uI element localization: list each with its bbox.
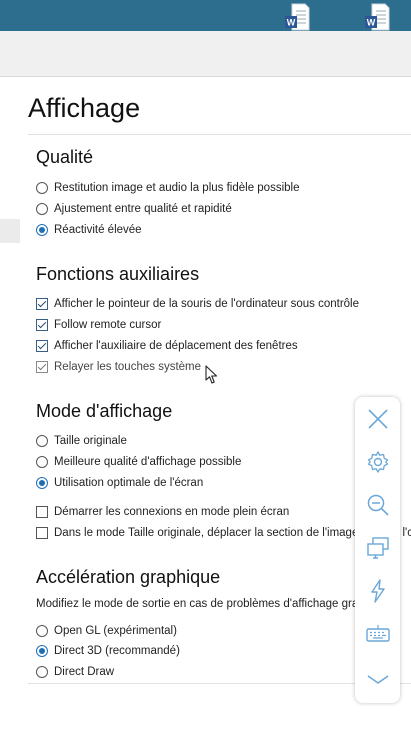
radio-direct3d[interactable]: Direct 3D (recommandé) bbox=[36, 644, 180, 658]
word-document-icon[interactable]: W bbox=[284, 3, 310, 31]
keyboard-button[interactable] bbox=[362, 618, 394, 650]
radio-best-quality[interactable]: Meilleure qualité d'affichage possible bbox=[36, 455, 241, 469]
radio-button[interactable] bbox=[36, 666, 48, 678]
radio-quality-balance[interactable]: Ajustement entre qualité et rapidité bbox=[36, 202, 232, 216]
checkbox[interactable] bbox=[36, 527, 48, 539]
option-label: Réactivité élevée bbox=[54, 224, 142, 236]
option-label: Démarrer les connexions en mode plein éc… bbox=[54, 506, 290, 518]
keyboard-icon bbox=[366, 625, 390, 642]
radio-button-selected[interactable] bbox=[36, 645, 48, 657]
checkbox-fullscreen-start[interactable]: Démarrer les connexions en mode plein éc… bbox=[36, 505, 289, 519]
option-label: Direct Draw bbox=[54, 666, 115, 678]
checkbox-show-pointer[interactable]: Afficher le pointeur de la souris de l'o… bbox=[36, 297, 359, 311]
radio-original-size[interactable]: Taille originale bbox=[36, 434, 127, 448]
option-label: Taille originale bbox=[54, 435, 127, 447]
radio-directdraw[interactable]: Direct Draw bbox=[36, 665, 114, 679]
checkbox-follow-cursor[interactable]: Follow remote cursor bbox=[36, 318, 161, 332]
sidebar-stub bbox=[0, 219, 20, 243]
floating-toolbar bbox=[355, 397, 400, 703]
gear-icon bbox=[367, 451, 389, 473]
doc-icon-letter: W bbox=[367, 18, 376, 28]
lightning-icon bbox=[371, 579, 385, 603]
radio-quality-reactivity[interactable]: Réactivité élevée bbox=[36, 223, 142, 237]
section-title-quality: Qualité bbox=[36, 147, 94, 167]
radio-button[interactable] bbox=[36, 435, 48, 447]
close-button[interactable] bbox=[362, 403, 394, 435]
option-label: Afficher le pointeur de la souris de l'o… bbox=[54, 298, 359, 310]
checkbox[interactable] bbox=[36, 361, 48, 373]
radio-button[interactable] bbox=[36, 456, 48, 468]
zoom-out-icon bbox=[367, 494, 389, 516]
radio-button[interactable] bbox=[36, 182, 48, 194]
zoom-out-button[interactable] bbox=[362, 489, 394, 521]
settings-button[interactable] bbox=[362, 446, 394, 478]
radio-button-selected[interactable] bbox=[36, 477, 48, 489]
monitors-button[interactable] bbox=[362, 532, 394, 564]
monitors-icon bbox=[367, 537, 389, 559]
radio-opengl[interactable]: Open GL (expérimental) bbox=[36, 624, 177, 638]
page-title: Affichage bbox=[28, 93, 141, 123]
radio-optimal-screen[interactable]: Utilisation optimale de l'écran bbox=[36, 476, 203, 490]
doc-icon-letter: W bbox=[287, 18, 296, 28]
option-label: Direct 3D (recommandé) bbox=[54, 645, 180, 657]
checkbox[interactable] bbox=[36, 506, 48, 518]
radio-button-selected[interactable] bbox=[36, 224, 48, 236]
chevron-down-icon bbox=[367, 675, 389, 684]
option-label: Open GL (expérimental) bbox=[54, 625, 177, 637]
section-title-aux: Fonctions auxiliaires bbox=[36, 264, 200, 284]
radio-button[interactable] bbox=[36, 625, 48, 637]
section-title-display-mode: Mode d'affichage bbox=[36, 401, 173, 421]
checkbox-system-keys[interactable]: Relayer les touches système bbox=[36, 360, 201, 374]
radio-quality-fidelity[interactable]: Restitution image et audio la plus fidèl… bbox=[36, 181, 299, 195]
option-label: Afficher l'auxiliaire de déplacement des… bbox=[54, 340, 298, 352]
divider bbox=[28, 134, 411, 135]
radio-button[interactable] bbox=[36, 203, 48, 215]
option-label: Ajustement entre qualité et rapidité bbox=[54, 203, 232, 215]
option-label: Follow remote cursor bbox=[54, 319, 162, 331]
checkbox-window-helper[interactable]: Afficher l'auxiliaire de déplacement des… bbox=[36, 339, 298, 353]
option-label: Restitution image et audio la plus fidèl… bbox=[54, 182, 300, 194]
word-document-icon[interactable]: W bbox=[364, 3, 390, 31]
option-label: Relayer les touches système bbox=[54, 361, 202, 373]
section-title-graphics: Accélération graphique bbox=[36, 567, 221, 587]
collapse-toolbar-button[interactable] bbox=[362, 663, 394, 695]
checkbox[interactable] bbox=[36, 319, 48, 331]
option-label: Meilleure qualité d'affichage possible bbox=[54, 456, 242, 468]
checkbox[interactable] bbox=[36, 340, 48, 352]
divider bbox=[28, 683, 411, 684]
title-bar: W W bbox=[0, 0, 411, 31]
actions-button[interactable] bbox=[362, 575, 394, 607]
option-label: Utilisation optimale de l'écran bbox=[54, 477, 204, 489]
checkbox[interactable] bbox=[36, 298, 48, 310]
mouse-pointer-icon bbox=[205, 365, 218, 384]
toolbar-strip bbox=[0, 31, 411, 77]
close-icon bbox=[368, 409, 388, 429]
graphics-description: Modifiez le mode de sortie en cas de pro… bbox=[36, 598, 396, 610]
